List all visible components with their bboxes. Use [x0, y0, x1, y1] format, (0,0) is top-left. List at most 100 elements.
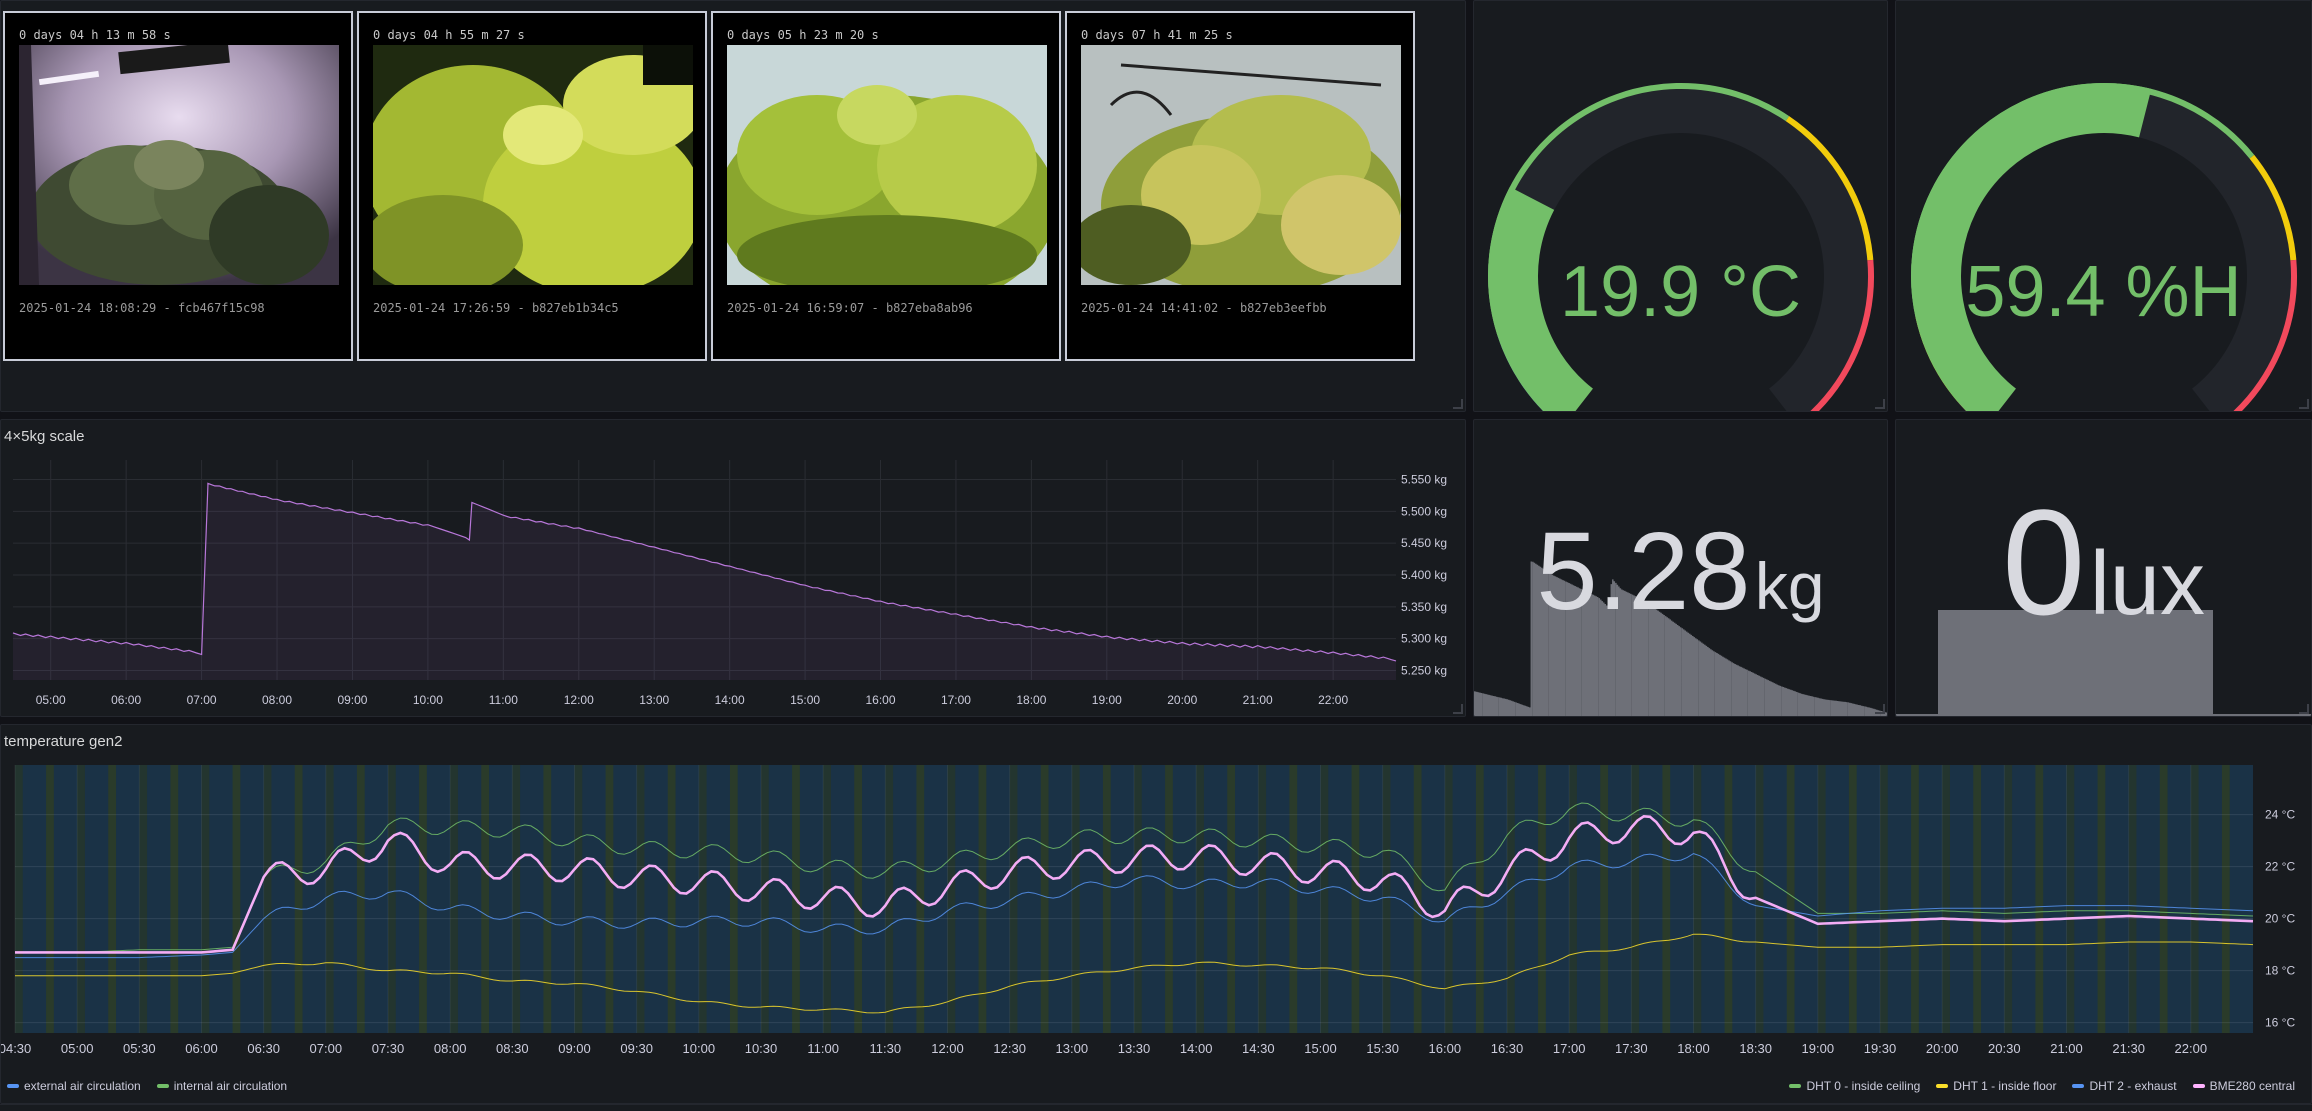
x-tick-label: 11:00: [489, 693, 518, 707]
camera-caption: 2025-01-24 14:41:02 - b827eb3eefbb: [1081, 301, 1327, 315]
circulation-band: [481, 765, 490, 1033]
x-tick-label: 09:30: [620, 1041, 653, 1056]
y-tick-label: 20 °C: [2265, 912, 2295, 926]
legend-item[interactable]: external air circulation: [7, 1079, 141, 1093]
y-tick-label: 24 °C: [2265, 808, 2295, 822]
circulation-band: [543, 765, 552, 1033]
x-tick-label: 19:00: [1802, 1041, 1835, 1056]
circulation-band: [1289, 765, 1298, 1033]
circulation-band: [1102, 765, 1111, 1033]
lux-unit: lux: [2089, 534, 2205, 634]
camera-uptime: 0 days 07 h 41 m 25 s: [1081, 28, 1233, 42]
resize-handle[interactable]: [1875, 399, 1885, 409]
circulation-band: [1786, 765, 1795, 1033]
x-tick-label: 08:00: [262, 693, 292, 707]
x-tick-label: 10:00: [413, 693, 443, 707]
resize-handle[interactable]: [2299, 704, 2309, 714]
circulation-band: [1848, 765, 1857, 1033]
x-tick-label: 21:00: [1243, 693, 1273, 707]
x-tick-label: 10:00: [683, 1041, 716, 1056]
legend-item[interactable]: DHT 2 - exhaust: [2072, 1079, 2177, 1093]
legend-swatch: [1789, 1084, 1802, 1088]
humidity-gauge: [1911, 83, 2297, 411]
circulation-band: [605, 765, 614, 1033]
x-tick-label: 12:00: [564, 693, 594, 707]
x-tick-label: 13:00: [639, 693, 669, 707]
x-tick-label: 21:30: [2112, 1041, 2145, 1056]
legend-swatch: [1936, 1084, 1949, 1088]
x-tick-label: 05:00: [61, 1041, 94, 1056]
camera-card-2[interactable]: 0 days 04 h 55 m 27 s 2025-01-24 17:26:5…: [357, 11, 707, 361]
circulation-band: [1538, 765, 1546, 1033]
x-tick-label: 11:00: [807, 1041, 839, 1056]
circulation-band: [1817, 765, 1826, 1033]
legend-label: DHT 0 - inside ceiling: [1806, 1079, 1921, 1093]
bottom-strip: [0, 1104, 2312, 1111]
resize-handle[interactable]: [1453, 704, 1463, 714]
x-tick-label: 19:30: [1864, 1041, 1897, 1056]
y-tick-label: 5.400 kg: [1401, 568, 1447, 582]
x-tick-label: 08:00: [434, 1041, 467, 1056]
x-tick-label: 12:00: [931, 1041, 964, 1056]
humidity-value: 59.4 %H: [1965, 252, 2242, 332]
circulation-band: [761, 765, 769, 1033]
lux-number: 0: [2002, 478, 2086, 646]
camera-image-4: [1081, 45, 1401, 285]
y-tick-label: 5.350 kg: [1401, 600, 1447, 614]
circulation-band: [232, 765, 241, 1033]
camera-card-3[interactable]: 0 days 05 h 23 m 20 s 2025-01-24 16:59:0…: [711, 11, 1061, 361]
resize-handle[interactable]: [1875, 704, 1885, 714]
circulation-band: [947, 765, 956, 1033]
legend-left: external air circulation internal air ci…: [7, 1079, 287, 1093]
circulation-band: [2035, 765, 2044, 1033]
circulation-band: [294, 765, 303, 1033]
circulation-band: [823, 765, 831, 1033]
legend-item[interactable]: internal air circulation: [156, 1079, 287, 1093]
circulation-band: [1693, 765, 1702, 1033]
x-tick-label: 07:00: [310, 1041, 343, 1056]
circulation-band: [2190, 765, 2199, 1033]
circulation-band: [1134, 765, 1142, 1033]
circulation-band: [325, 765, 334, 1033]
legend-swatch: [156, 1084, 169, 1088]
x-tick-label: 11:30: [870, 1041, 902, 1056]
resize-handle[interactable]: [1453, 399, 1463, 409]
x-tick-label: 16:00: [866, 693, 896, 707]
x-tick-label: 16:30: [1491, 1041, 1524, 1056]
circulation-band: [15, 765, 23, 1033]
x-tick-label: 05:00: [36, 693, 66, 707]
legend-item[interactable]: DHT 0 - inside ceiling: [1789, 1079, 1920, 1093]
circulation-band: [1631, 765, 1640, 1033]
x-tick-label: 22:00: [1318, 693, 1348, 707]
legend-item[interactable]: DHT 1 - inside floor: [1936, 1079, 2056, 1093]
camera-card-4[interactable]: 0 days 07 h 41 m 25 s 2025-01-24 14:41:0…: [1065, 11, 1415, 361]
x-tick-label: 05:30: [123, 1041, 156, 1056]
camera-card-1[interactable]: 0 days 04 h 13 m 58 s 2025-01-24 18:08:2…: [3, 11, 353, 361]
camera-uptime: 0 days 04 h 55 m 27 s: [373, 28, 525, 42]
scale-panel: 4×5kg scale 5.250 kg 5.300 kg 5.350 kg 5.40…: [0, 419, 1466, 717]
circulation-band: [2221, 765, 2230, 1033]
circulation-band: [2159, 765, 2168, 1033]
legend-item[interactable]: BME280 central: [2192, 1079, 2295, 1093]
circulation-band: [1724, 765, 1733, 1033]
circulation-band: [1600, 765, 1609, 1033]
circulation-band: [1475, 765, 1484, 1033]
legend-right: DHT 0 - inside ceiling DHT 1 - inside fl…: [1789, 1079, 2295, 1093]
circulation-band: [46, 765, 54, 1033]
x-tick-label: 08:30: [496, 1041, 529, 1056]
x-tick-label: 18:00: [1677, 1041, 1710, 1056]
circulation-band: [2004, 765, 2013, 1033]
camera-image-1: [19, 45, 339, 285]
y-tick-label: 16 °C: [2265, 1016, 2295, 1030]
y-tick-label: 22 °C: [2265, 860, 2295, 874]
y-tick-label: 5.500 kg: [1401, 504, 1447, 518]
x-tick-label: 19:00: [1092, 693, 1122, 707]
circulation-band: [77, 765, 85, 1033]
camera-caption: 2025-01-24 16:59:07 - b827eba8ab96: [727, 301, 973, 315]
x-tick-label: 20:00: [1167, 693, 1197, 707]
circulation-band: [1911, 765, 1919, 1033]
x-tick-label: 17:30: [1615, 1041, 1648, 1056]
circulation-band: [636, 765, 645, 1033]
resize-handle[interactable]: [2299, 399, 2309, 409]
x-tick-label: 07:00: [187, 693, 217, 707]
